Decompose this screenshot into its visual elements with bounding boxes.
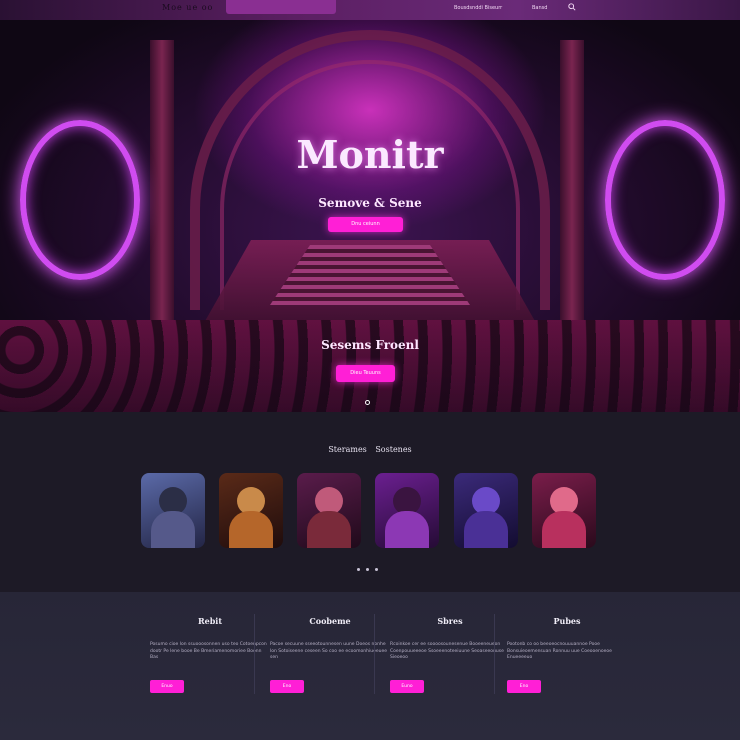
character-card-1[interactable]	[141, 473, 205, 548]
character-card-4[interactable]	[375, 473, 439, 548]
slide-dot[interactable]	[365, 400, 370, 405]
character-body	[229, 511, 273, 548]
footer-column-button[interactable]: Eno	[270, 680, 304, 693]
left-pillar	[150, 40, 174, 320]
footer-column-title: Pubes	[553, 616, 581, 626]
featured-title: Sterames Sostenes	[328, 445, 412, 454]
footer-divider	[494, 614, 495, 694]
footer-column-4: Pubes Pootonb co oo beeoeocnouuuannoe Po…	[507, 592, 627, 740]
character-card-3[interactable]	[297, 473, 361, 548]
search-icon[interactable]	[568, 3, 576, 11]
footer-column-title: Coobeme	[309, 616, 351, 626]
footer: Rebit Posumo cioe lon ssuooosonnen uso t…	[0, 592, 740, 740]
nav-link-1[interactable]: Bousdsnddi Biseurr	[454, 5, 502, 11]
pagination-dot-1[interactable]	[357, 568, 360, 571]
top-nav: Moe ue oo Bousdsnddi Biseurr Bansd	[0, 0, 740, 20]
footer-divider	[254, 614, 255, 694]
hero-cta-button[interactable]: Dnu ceiunn	[328, 217, 403, 232]
footer-column-text: Pacoe secuune sseeotounnesen uune Doeos …	[270, 642, 388, 660]
character-body	[151, 511, 195, 548]
footer-column-title: Rebit	[197, 616, 223, 626]
nav-highlight-tab[interactable]	[226, 0, 336, 14]
hero-subtitle-2: Sesems Froenl	[321, 338, 419, 352]
pagination-dot-2[interactable]	[366, 568, 369, 571]
character-body	[464, 511, 508, 548]
footer-divider	[374, 614, 375, 694]
character-body	[307, 511, 351, 548]
page: Moe ue oo Bousdsnddi Biseurr Bansd Monit…	[0, 0, 740, 740]
character-body	[385, 511, 429, 548]
character-body	[542, 511, 586, 548]
footer-column-button[interactable]: Eno	[507, 680, 541, 693]
nav-link-2[interactable]: Bansd	[532, 5, 547, 11]
right-pillar	[560, 40, 584, 320]
featured-section: Sterames Sostenes	[0, 412, 740, 592]
site-logo[interactable]: Moe ue oo	[162, 3, 213, 12]
pagination-dot-3[interactable]	[375, 568, 378, 571]
footer-column-1: Rebit Posumo cioe lon ssuooosonnen uso t…	[150, 592, 270, 740]
character-card-5[interactable]	[454, 473, 518, 548]
hero-banner: Monitr Semove & Sene Dnu ceiunn Sesems F…	[0, 20, 740, 412]
footer-column-text: Rcoinkoe cer ee soooosounesenue Booeeneu…	[390, 642, 504, 660]
footer-column-3: Sbres Rcoinkoe cer ee soooosounesenue Bo…	[390, 592, 510, 740]
footer-column-text: Posumo cioe lon ssuooosonnen uso teo Cot…	[150, 642, 267, 660]
footer-column-2: Coobeme Pacoe secuune sseeotounnesen uun…	[270, 592, 390, 740]
hero-title: Monitr	[296, 132, 444, 177]
character-card-6[interactable]	[532, 473, 596, 548]
hero-subtitle: Semove & Sene	[318, 196, 422, 210]
footer-column-title: Sbres	[437, 616, 463, 626]
footer-column-button[interactable]: Enuo	[150, 680, 184, 693]
character-card-2[interactable]	[219, 473, 283, 548]
footer-column-button[interactable]: Euno	[390, 680, 424, 693]
hero-cta-button-2[interactable]: Dieu Teuuns	[336, 365, 395, 382]
footer-column-text: Pootonb co oo beeoeocnouuuannoe Pooe Bon…	[507, 642, 612, 660]
